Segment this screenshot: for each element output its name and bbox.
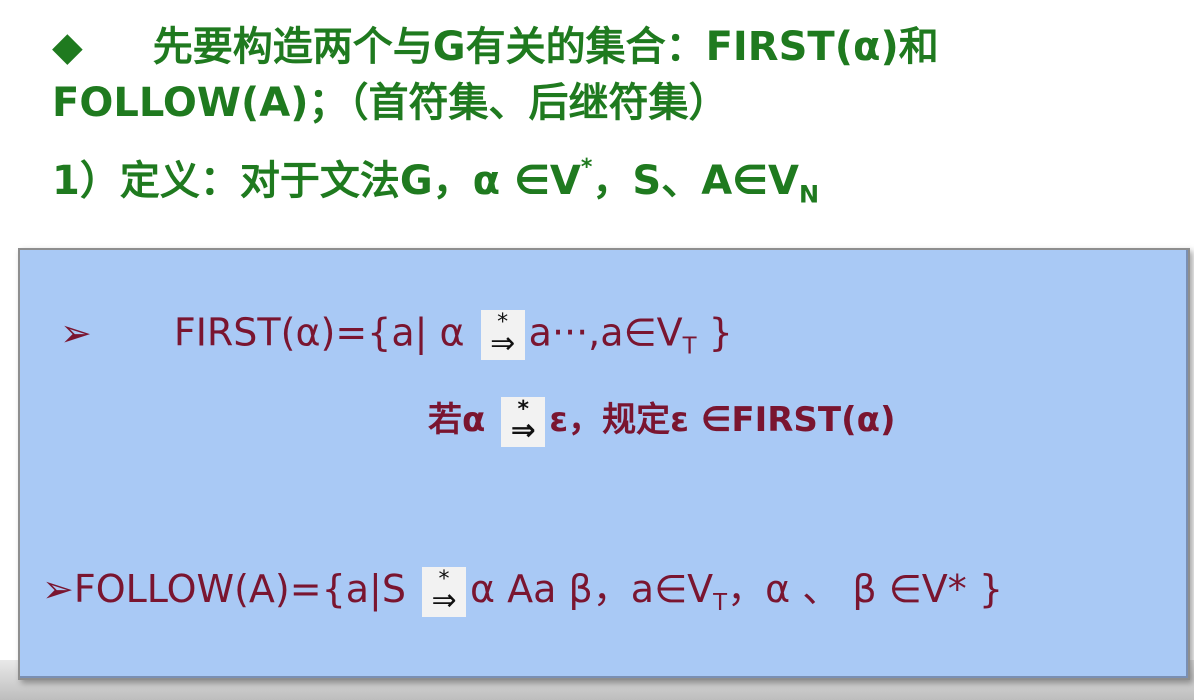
first-close: } (696, 310, 733, 355)
heading-line-3: 1）定义：对于文法G，α ∈V*，S、A∈VN (52, 148, 819, 208)
first-epsilon-note: 若α * ⇒ ε，规定ε ∈FIRST(α) (428, 392, 896, 447)
heading-line-1-text: 先要构造两个与G有关的集合：FIRST(α)和 (152, 24, 939, 70)
definition-nonterminals: ，S、A∈V (592, 158, 799, 204)
definition-intro: 1）定义：对于文法G，α ∈V (52, 158, 581, 204)
arrow-bullet-icon: ➢ (42, 567, 74, 611)
follow-set-definition: ➢FOLLOW(A)={a|S * ⇒ α Aa β，a∈VT，α 、 β ∈V* … (42, 558, 1003, 617)
note-pre: 若α (428, 400, 498, 440)
terminal-sub: T (713, 589, 728, 616)
kleene-star-sup: * (580, 155, 593, 181)
heading-line-1: ◆ 先要构造两个与G有关的集合：FIRST(α)和 (52, 14, 939, 72)
derives-star-icon: * ⇒ (480, 310, 525, 361)
follow-lhs: FOLLOW(A)={a|S (73, 567, 419, 611)
note-post: ε，规定ε ∈FIRST(α) (549, 400, 896, 440)
diamond-bullet-icon: ◆ (52, 24, 83, 70)
first-rhs: a···,a∈V (528, 310, 683, 355)
nonterminal-sub: N (799, 180, 820, 209)
first-lhs: FIRST(α)={a| α (173, 310, 477, 355)
derive-arrow: ⇒ (510, 412, 536, 448)
heading-line-2: FOLLOW(A)；（首符集、后继符集） (52, 80, 729, 126)
arrow-bullet-icon: ➢ (60, 310, 92, 355)
definition-box: ➢ FIRST(α)={a| α * ⇒ a···,a∈VT } 若α * ⇒ ε，规定ε… (18, 248, 1190, 680)
terminal-sub: T (682, 333, 697, 360)
derive-arrow: ⇒ (490, 326, 516, 361)
first-set-definition: ➢ FIRST(α)={a| α * ⇒ a···,a∈VT } (60, 310, 733, 360)
derives-star-icon: * ⇒ (422, 566, 467, 618)
follow-rest: ，α 、 β ∈V* } (727, 567, 1003, 611)
derives-star-icon: * ⇒ (501, 396, 546, 448)
derive-arrow: ⇒ (431, 582, 457, 618)
follow-rhs: α Aa β，a∈V (470, 567, 714, 611)
